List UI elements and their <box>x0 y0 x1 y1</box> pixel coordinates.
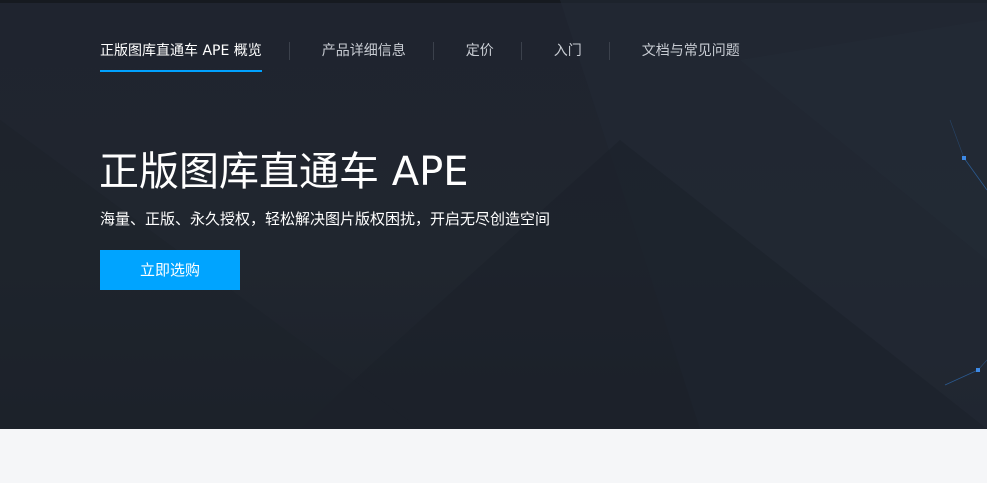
nav-separator <box>432 42 434 60</box>
nav-separator <box>608 42 610 60</box>
nav-tab-getting-started[interactable]: 入门 <box>554 30 582 72</box>
content-area <box>0 429 987 483</box>
nav-tab-overview-label: 正版图库直通车 APE 概览 <box>100 43 262 59</box>
nav-tab-product-details[interactable]: 产品详细信息 <box>322 30 406 72</box>
nav-tab-pricing[interactable]: 定价 <box>466 30 494 72</box>
product-nav: 正版图库直通车 APE 概览 产品详细信息 定价 入门 文档与常见问题 <box>100 30 740 72</box>
nav-tab-pricing-label: 定价 <box>465 43 494 59</box>
buy-now-button[interactable]: 立即选购 <box>100 250 240 290</box>
nav-separator <box>520 42 522 60</box>
nav-tab-product-details-label: 产品详细信息 <box>321 43 406 59</box>
nav-tab-overview[interactable]: 正版图库直通车 APE 概览 <box>100 30 262 72</box>
nav-tab-docs-faq[interactable]: 文档与常见问题 <box>642 30 740 72</box>
hero-banner: 正版图库直通车 APE 概览 产品详细信息 定价 入门 文档与常见问题 正版图库… <box>0 0 987 429</box>
nav-tab-docs-faq-label: 文档与常见问题 <box>641 43 740 59</box>
nav-tab-getting-started-label: 入门 <box>553 43 582 59</box>
nav-separator <box>288 42 290 60</box>
page-subtitle: 海量、正版、永久授权，轻松解决图片版权困扰，开启无尽创造空间 <box>100 210 551 228</box>
page-title: 正版图库直通车 APE <box>99 149 469 195</box>
